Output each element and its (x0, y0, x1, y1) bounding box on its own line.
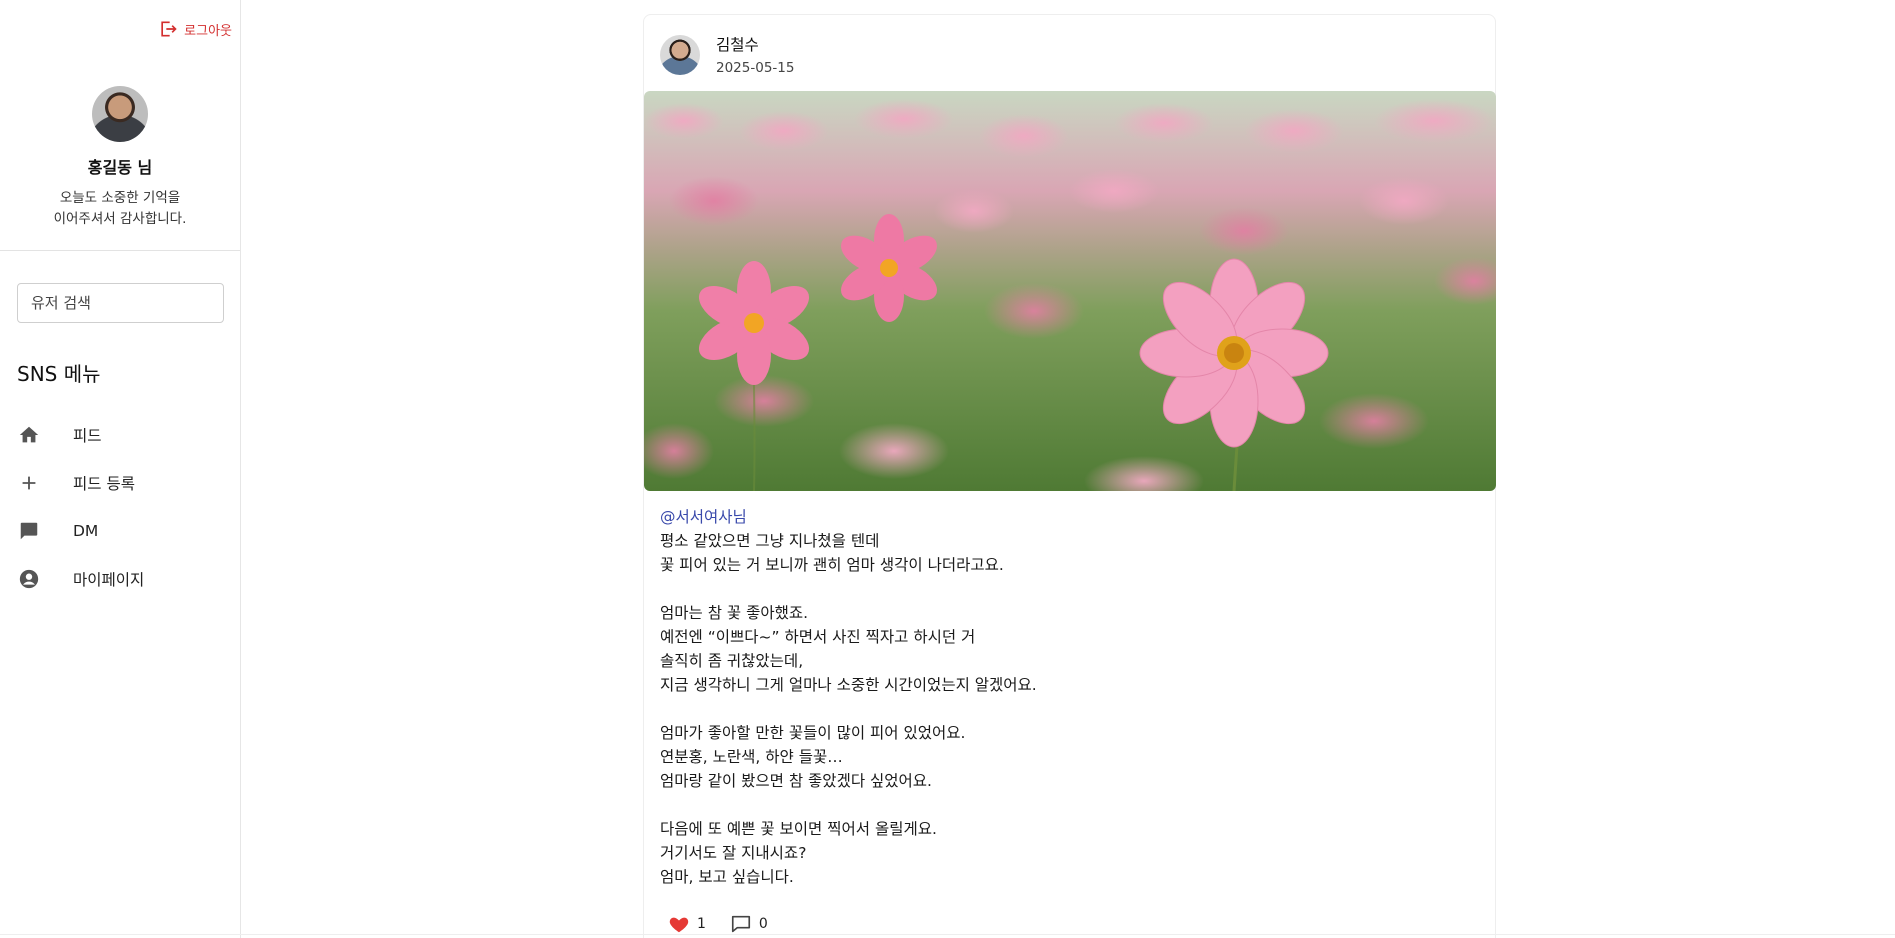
author-avatar[interactable] (660, 34, 700, 75)
post-text-line: 엄마랑 같이 봤으면 참 좋았겠다 싶었어요. (660, 772, 932, 790)
menu-title: SNS 메뉴 (17, 362, 101, 386)
main-cosmos-flower (1139, 258, 1329, 448)
mention-link[interactable]: @서서여사님 (660, 505, 1480, 529)
post-text-line: 연분홍, 노란색, 하얀 들꽃… (660, 748, 843, 766)
sidebar-item-label: DM (73, 522, 99, 540)
sidebar-item-label: 피드 등록 (73, 475, 135, 493)
sidebar-item-mypage[interactable]: 마이페이지 (0, 559, 240, 599)
post-text-line (660, 577, 1480, 601)
like-button[interactable]: 1 (668, 913, 706, 935)
sidebar-item-dm[interactable]: DM (0, 511, 240, 551)
chat-icon (20, 522, 38, 540)
post-text-line (660, 697, 1480, 721)
plus-icon (22, 476, 36, 490)
sidebar-item-label: 피드 (73, 427, 102, 445)
profile-section: 홍길동 님 오늘도 소중한 기억을 이어주셔서 감사합니다. (0, 86, 240, 230)
profile-message-line1: 오늘도 소중한 기억을 (59, 190, 181, 206)
sidebar-item-label: 마이페이지 (73, 571, 145, 589)
post-actions: 1 0 (668, 913, 792, 935)
sidebar: 로그아웃 홍길동 님 오늘도 소중한 기억을 이어주셔서 감사합니다. SNS … (0, 0, 241, 938)
post-image[interactable] (644, 91, 1496, 491)
sidebar-item-feed[interactable]: 피드 (0, 415, 240, 455)
avatar (92, 86, 148, 142)
logout-label: 로그아웃 (184, 23, 232, 39)
post-text-line: 평소 같았으면 그냥 지나쳤을 텐데 (660, 532, 880, 550)
post-text-line: 지금 생각하니 그게 얼마나 소중한 시간이었는지 알겠어요. (660, 676, 1037, 694)
user-search-input[interactable] (17, 283, 224, 323)
comment-count: 0 (758, 916, 768, 932)
post-date: 2025-05-15 (716, 60, 795, 76)
post-text-line: 엄마는 참 꽃 좋아했죠. (660, 604, 809, 622)
profile-name: 홍길동 님 (87, 158, 153, 177)
post-meta: 김철수 2025-05-15 (716, 33, 794, 76)
logout-button[interactable]: 로그아웃 (158, 19, 232, 39)
post-text-line: 예전엔 “이쁘다~” 하면서 사진 찍자고 하시던 거 (660, 628, 976, 646)
sidebar-divider (0, 250, 240, 251)
post-text-line: 거기서도 잘 지내시죠? (660, 844, 807, 862)
post-text-line: 엄마가 좋아할 만한 꽃들이 많이 피어 있었어요. (660, 724, 966, 742)
post-text-line: 엄마, 보고 싶습니다. (660, 868, 794, 886)
post-text-line: 솔직히 좀 귀찮았는데, (660, 652, 804, 670)
post-text: 평소 같았으면 그냥 지나쳤을 텐데꽃 피어 있는 거 보니까 괜히 엄마 생각… (660, 529, 1480, 889)
page-bottom-border (0, 934, 1895, 935)
home-icon (19, 426, 39, 443)
profile-message: 오늘도 소중한 기억을 이어주셔서 감사합니다. (0, 188, 240, 230)
post-header: 김철수 2025-05-15 (660, 33, 794, 76)
sidebar-item-create-feed[interactable]: 피드 등록 (0, 463, 240, 503)
post-author[interactable]: 김철수 (716, 33, 794, 55)
post-text-line: 꽃 피어 있는 거 보니까 괜히 엄마 생각이 나더라고요. (660, 556, 1004, 574)
logout-icon (161, 21, 177, 37)
feed-post-card: 김철수 2025-05-15 @서서여사님 평소 같았으면 그냥 지나쳤을 텐데… (643, 14, 1496, 938)
comment-icon (731, 915, 750, 933)
like-count: 1 (697, 916, 706, 932)
post-text-line: 다음에 또 예쁜 꽃 보이면 찍어서 올릴게요. (660, 820, 937, 838)
flower-photo (644, 91, 1496, 491)
post-body: @서서여사님 평소 같았으면 그냥 지나쳤을 텐데꽃 피어 있는 거 보니까 괜… (660, 505, 1480, 889)
heart-icon (669, 917, 689, 933)
app-root: 로그아웃 홍길동 님 오늘도 소중한 기억을 이어주셔서 감사합니다. SNS … (0, 0, 1895, 938)
profile-message-line2: 이어주셔서 감사합니다. (53, 211, 187, 227)
comment-button[interactable]: 0 (730, 913, 768, 935)
post-text-line (660, 793, 1480, 817)
account-circle-icon (19, 569, 39, 589)
